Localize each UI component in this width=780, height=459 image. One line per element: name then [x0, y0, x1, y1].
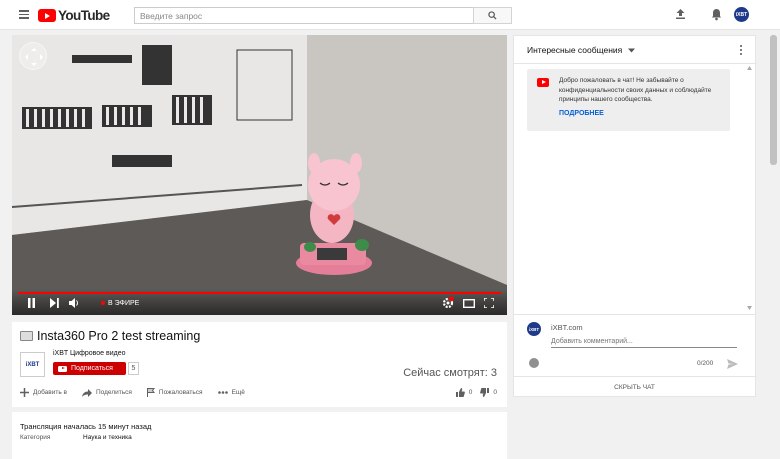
plus-icon — [20, 388, 29, 397]
hamburger-menu-icon[interactable] — [19, 10, 29, 19]
stream-started-text: Трансляция началась 15 минут назад — [20, 422, 152, 431]
scrollbar-thumb[interactable] — [770, 35, 777, 165]
theater-mode-icon[interactable] — [463, 299, 475, 308]
notifications-bell-icon[interactable] — [711, 8, 722, 21]
description-panel: Трансляция началась 15 минут назад Катег… — [12, 412, 507, 459]
youtube-badge-icon — [537, 78, 549, 87]
report-label: Пожаловаться — [158, 389, 203, 396]
live-label: В ЭФИРЕ — [108, 300, 140, 307]
settings-gear-icon[interactable] — [442, 297, 454, 309]
live-chat-panel: Интересные сообщения Добро пожаловать в … — [513, 35, 756, 397]
chat-welcome-message: Добро пожаловать в чат! Не забывайте о к… — [527, 69, 730, 131]
comment-input[interactable]: Добавить комментарий... — [551, 336, 737, 348]
chat-mode-dropdown[interactable]: Интересные сообщения — [527, 45, 635, 55]
share-arrow-icon — [82, 388, 92, 397]
youtube-mini-icon — [58, 365, 67, 372]
channel-avatar[interactable]: iXBT — [20, 352, 45, 377]
progress-bar[interactable] — [18, 292, 501, 294]
add-to-label: Добавить в — [33, 389, 67, 396]
search-button[interactable] — [473, 7, 512, 24]
more-button[interactable]: Ещё — [217, 388, 245, 397]
hide-chat-button[interactable]: СКРЫТЬ ЧАТ — [514, 376, 755, 396]
dropdown-caret-icon — [627, 48, 635, 53]
subscribe-button[interactable]: Подписаться — [53, 362, 126, 375]
search-icon — [488, 11, 497, 20]
live-dot-icon — [101, 301, 105, 306]
video-actions: Добавить в Поделиться Пожаловаться Ещё — [20, 388, 245, 397]
next-icon[interactable] — [50, 298, 59, 308]
live-indicator[interactable]: В ЭФИРЕ — [101, 300, 139, 307]
dislike-button[interactable]: 0 — [480, 388, 497, 397]
share-button[interactable]: Поделиться — [82, 388, 132, 397]
more-dots-icon — [217, 391, 228, 394]
chat-mode-label: Интересные сообщения — [527, 45, 623, 55]
chat-scrollbar[interactable] — [747, 66, 752, 316]
send-icon[interactable] — [727, 359, 738, 369]
pan-arrows-icon — [25, 48, 43, 66]
like-count: 0 — [468, 389, 473, 396]
page-scrollbar[interactable] — [767, 30, 780, 459]
flag-icon — [146, 388, 155, 397]
more-label: Ещё — [231, 389, 245, 396]
add-to-button[interactable]: Добавить в — [20, 388, 67, 397]
youtube-logo-text: YouTube — [58, 8, 110, 23]
youtube-logo[interactable]: YouTube — [38, 8, 110, 23]
video-title: Insta360 Pro 2 test streaming — [37, 329, 201, 343]
rating-bar: 0 0 — [455, 388, 497, 397]
360-navigation-control[interactable] — [19, 42, 47, 70]
top-header: YouTube Введите запрос iXBT — [0, 0, 780, 30]
360-video-badge-icon — [20, 331, 33, 341]
like-button[interactable]: 0 — [455, 388, 473, 397]
test-chart-scene — [12, 35, 507, 315]
dislike-count: 0 — [493, 389, 497, 396]
video-player[interactable]: В ЭФИРЕ — [12, 35, 507, 315]
category-label: Категория — [20, 434, 51, 441]
thumbs-down-icon — [480, 388, 490, 397]
channel-name[interactable]: iXBT Цифровое видео — [53, 350, 126, 357]
scroll-up-icon — [747, 66, 752, 70]
thumbs-up-icon — [455, 388, 465, 397]
chat-user-avatar: iXBT — [527, 322, 541, 336]
subscribe-label: Подписаться — [71, 365, 113, 372]
welcome-text: Добро пожаловать в чат! Не забывайте о к… — [559, 77, 712, 103]
live-viewers-count: Сейчас смотрят: 3 — [403, 367, 497, 379]
chat-user-name: iXBT.com — [551, 323, 583, 332]
account-avatar[interactable]: iXBT — [734, 7, 749, 22]
learn-more-link[interactable]: ПОДРОБНЕЕ — [559, 110, 604, 117]
subscriber-count: 5 — [128, 362, 139, 375]
emoji-icon[interactable] — [529, 358, 539, 368]
char-counter: 0/200 — [697, 360, 714, 367]
scroll-down-icon — [747, 306, 752, 310]
share-label: Поделиться — [96, 389, 132, 396]
fullscreen-icon[interactable] — [484, 298, 494, 308]
chat-input-area: iXBT iXBT.com Добавить комментарий... 0/… — [514, 314, 755, 376]
report-button[interactable]: Пожаловаться — [146, 388, 203, 397]
chat-header: Интересные сообщения — [514, 36, 755, 64]
pause-icon[interactable] — [27, 298, 36, 308]
video-info-panel: Insta360 Pro 2 test streaming iXBT iXBT … — [12, 322, 507, 407]
chat-menu-icon[interactable] — [740, 45, 743, 57]
youtube-play-icon — [38, 9, 56, 22]
category-value[interactable]: Наука и техника — [83, 434, 132, 441]
upload-icon[interactable] — [675, 8, 686, 20]
search-input[interactable]: Введите запрос — [134, 7, 474, 24]
volume-icon[interactable] — [69, 298, 80, 308]
